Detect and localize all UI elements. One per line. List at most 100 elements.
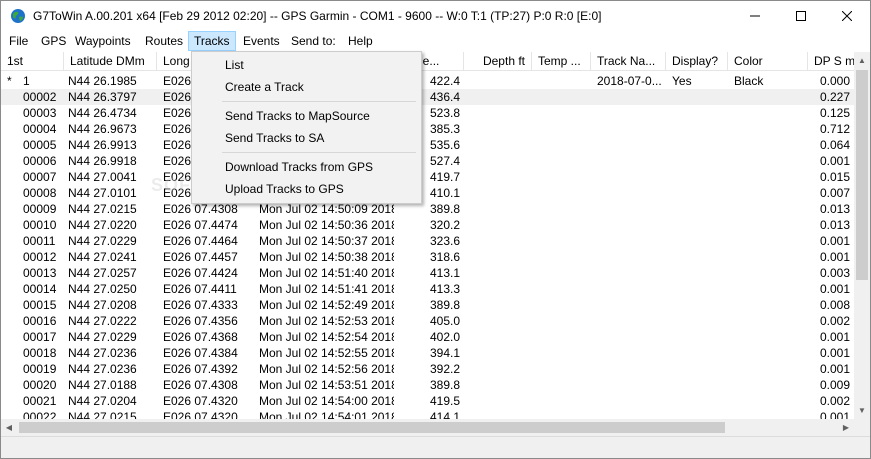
table-row[interactable]: 00016 N44 27.0222 E026 07.4356 Mon Jul 02 1… bbox=[1, 313, 854, 329]
cell-id: 00015 bbox=[23, 298, 57, 312]
cell-dp: 0.003 bbox=[819, 266, 850, 280]
menu-waypoints[interactable]: Waypoints bbox=[70, 32, 136, 50]
cell-id: 00014 bbox=[23, 282, 57, 296]
cell-alt: 413.3 bbox=[429, 282, 460, 296]
menu-routes[interactable]: Routes bbox=[140, 32, 188, 50]
table-row[interactable]: 00017 N44 27.0229 E026 07.4368 Mon Jul 02 1… bbox=[1, 329, 854, 345]
cell-lon: E026 07.4464 bbox=[163, 234, 238, 248]
vertical-scroll-thumb[interactable] bbox=[856, 70, 868, 280]
cell-lat: N44 27.0041 bbox=[68, 170, 137, 184]
table-row[interactable]: 00012 N44 27.0241 E026 07.4457 Mon Jul 02 1… bbox=[1, 249, 854, 265]
cell-display: Yes bbox=[672, 74, 692, 88]
menu-events[interactable]: Events bbox=[238, 32, 285, 50]
cell-lat: N44 27.0220 bbox=[68, 218, 137, 232]
menu-separator bbox=[222, 101, 416, 102]
table-row[interactable]: 00010 N44 27.0220 E026 07.4474 Mon Jul 02 1… bbox=[1, 217, 854, 233]
cell-dp: 0.125 bbox=[819, 106, 850, 120]
maximize-button[interactable] bbox=[778, 1, 824, 31]
column-header-color[interactable]: Color bbox=[728, 52, 808, 71]
cell-id: 00021 bbox=[23, 394, 57, 408]
menu-item-list[interactable]: List bbox=[194, 54, 419, 76]
cell-time: Mon Jul 02 14:52:54 2018 bbox=[259, 330, 394, 344]
menu-gps[interactable]: GPS bbox=[36, 32, 71, 50]
horizontal-scrollbar[interactable]: ◀ ▶ bbox=[1, 419, 854, 436]
cell-id: 00010 bbox=[23, 218, 57, 232]
cell-dp: 0.001 bbox=[819, 330, 850, 344]
table-row[interactable]: 00020 N44 27.0188 E026 07.4308 Mon Jul 02 1… bbox=[1, 377, 854, 393]
cell-lat: N44 26.9673 bbox=[68, 122, 137, 136]
menu-item-download-tracks[interactable]: Download Tracks from GPS bbox=[194, 156, 419, 178]
table-row[interactable]: 00009 N44 27.0215 E026 07.4308 Mon Jul 02 1… bbox=[1, 201, 854, 217]
close-button[interactable] bbox=[824, 1, 870, 31]
menu-item-create-track[interactable]: Create a Track bbox=[194, 76, 419, 98]
cell-id: 00012 bbox=[23, 250, 57, 264]
vertical-scrollbar[interactable]: ▲ ▼ bbox=[854, 52, 870, 419]
table-row[interactable]: 00022 N44 27.0215 E026 07.4320 Mon Jul 02 1… bbox=[1, 409, 854, 419]
table-row[interactable]: 00021 N44 27.0204 E026 07.4320 Mon Jul 02 1… bbox=[1, 393, 854, 409]
table-row[interactable]: 00019 N44 27.0236 E026 07.4392 Mon Jul 02 1… bbox=[1, 361, 854, 377]
table-row[interactable]: 00008 N44 27.0101 E026 410.1 0.007 bbox=[1, 185, 854, 201]
table-row[interactable]: 00005 N44 26.9913 E026 535.6 0.064 bbox=[1, 137, 854, 153]
cell-lon: E026 07.4411 bbox=[163, 282, 237, 296]
column-header-depth[interactable]: Depth ft bbox=[464, 52, 532, 71]
cell-lat: N44 26.3797 bbox=[68, 90, 137, 104]
menu-bar: File GPS Waypoints Routes Tracks Events … bbox=[1, 31, 870, 51]
track-points-table[interactable]: 1st Latitude DMm Long titude... Depth ft… bbox=[1, 52, 854, 419]
maximize-icon bbox=[796, 11, 806, 21]
column-header-track-name[interactable]: Track Na... bbox=[591, 52, 666, 71]
cell-lat: N44 27.0208 bbox=[68, 298, 137, 312]
column-header-latitude[interactable]: Latitude DMm bbox=[64, 52, 157, 71]
globe-icon bbox=[11, 9, 25, 23]
scroll-right-icon[interactable]: ▶ bbox=[838, 419, 854, 436]
menu-send-to[interactable]: Send to: bbox=[286, 32, 341, 50]
cell-alt: 318.6 bbox=[429, 250, 460, 264]
cell-lon: E026 07.4474 bbox=[163, 218, 238, 232]
table-row[interactable]: 00002 N44 26.3797 E026 436.4 0.227 bbox=[1, 89, 854, 105]
cell-lat: N44 27.0215 bbox=[68, 202, 137, 216]
cell-time: Mon Jul 02 14:53:51 2018 bbox=[259, 378, 394, 392]
menu-item-send-sa[interactable]: Send Tracks to SA bbox=[194, 127, 419, 149]
cell-alt: 414.1 bbox=[429, 410, 460, 419]
app-window: G7ToWin A.00.201 x64 [Feb 29 2012 02:20]… bbox=[0, 0, 871, 459]
menu-file[interactable]: File bbox=[4, 32, 33, 50]
table-row[interactable]: * 1 N44 26.1985 E026 422.4 2018-07-0... … bbox=[1, 73, 854, 89]
menu-item-upload-tracks[interactable]: Upload Tracks to GPS bbox=[194, 178, 419, 200]
cell-dp: 0.007 bbox=[819, 186, 850, 200]
table-row[interactable]: 00013 N44 27.0257 E026 07.4424 Mon Jul 02 1… bbox=[1, 265, 854, 281]
cell-lat: N44 27.0257 bbox=[68, 266, 137, 280]
table-row[interactable]: 00014 N44 27.0250 E026 07.4411 Mon Jul 02 1… bbox=[1, 281, 854, 297]
title-bar[interactable]: G7ToWin A.00.201 x64 [Feb 29 2012 02:20]… bbox=[1, 1, 870, 31]
cell-time: Mon Jul 02 14:51:41 2018 bbox=[259, 282, 394, 296]
cell-id: 00020 bbox=[23, 378, 57, 392]
cell-lon: E026 07.4356 bbox=[163, 314, 238, 328]
cell-lat: N44 27.0229 bbox=[68, 330, 137, 344]
table-row[interactable]: 00015 N44 27.0208 E026 07.4333 Mon Jul 02 1… bbox=[1, 297, 854, 313]
table-row[interactable]: 00018 N44 27.0236 E026 07.4384 Mon Jul 02 1… bbox=[1, 345, 854, 361]
scroll-down-icon[interactable]: ▼ bbox=[854, 402, 870, 419]
table-row[interactable]: 00007 N44 27.0041 E026 419.7 0.015 bbox=[1, 169, 854, 185]
minimize-button[interactable] bbox=[732, 1, 778, 31]
cell-time: Mon Jul 02 14:51:40 2018 bbox=[259, 266, 394, 280]
cell-lat: N44 27.0222 bbox=[68, 314, 137, 328]
column-header-1st[interactable]: 1st bbox=[1, 52, 64, 71]
scroll-up-icon[interactable]: ▲ bbox=[854, 52, 870, 69]
table-row[interactable]: 00011 N44 27.0229 E026 07.4464 Mon Jul 02 1… bbox=[1, 233, 854, 249]
cell-lat: N44 27.0188 bbox=[68, 378, 137, 392]
column-header-display[interactable]: Display? bbox=[666, 52, 728, 71]
scroll-left-icon[interactable]: ◀ bbox=[1, 419, 17, 436]
menu-tracks[interactable]: Tracks bbox=[188, 31, 236, 51]
cell-lon: E026 07.4308 bbox=[163, 378, 238, 392]
table-row[interactable]: 00006 N44 26.9918 E026 527.4 0.001 bbox=[1, 153, 854, 169]
horizontal-scroll-thumb[interactable] bbox=[19, 422, 725, 433]
cell-alt: 402.0 bbox=[429, 330, 460, 344]
column-header-dp[interactable]: DP S m bbox=[808, 52, 854, 71]
menu-help[interactable]: Help bbox=[343, 32, 378, 50]
menu-item-send-mapsource[interactable]: Send Tracks to MapSource bbox=[194, 105, 419, 127]
cell-time: Mon Jul 02 14:52:49 2018 bbox=[259, 298, 394, 312]
column-header-temp[interactable]: Temp ... bbox=[532, 52, 591, 71]
table-row[interactable]: 00003 N44 26.4734 E026 523.8 0.125 bbox=[1, 105, 854, 121]
menu-separator bbox=[222, 152, 416, 153]
cell-time: Mon Jul 02 14:50:38 2018 bbox=[259, 250, 394, 264]
table-row[interactable]: 00004 N44 26.9673 E026 385.3 0.712 bbox=[1, 121, 854, 137]
cell-dp: 0.015 bbox=[819, 170, 850, 184]
